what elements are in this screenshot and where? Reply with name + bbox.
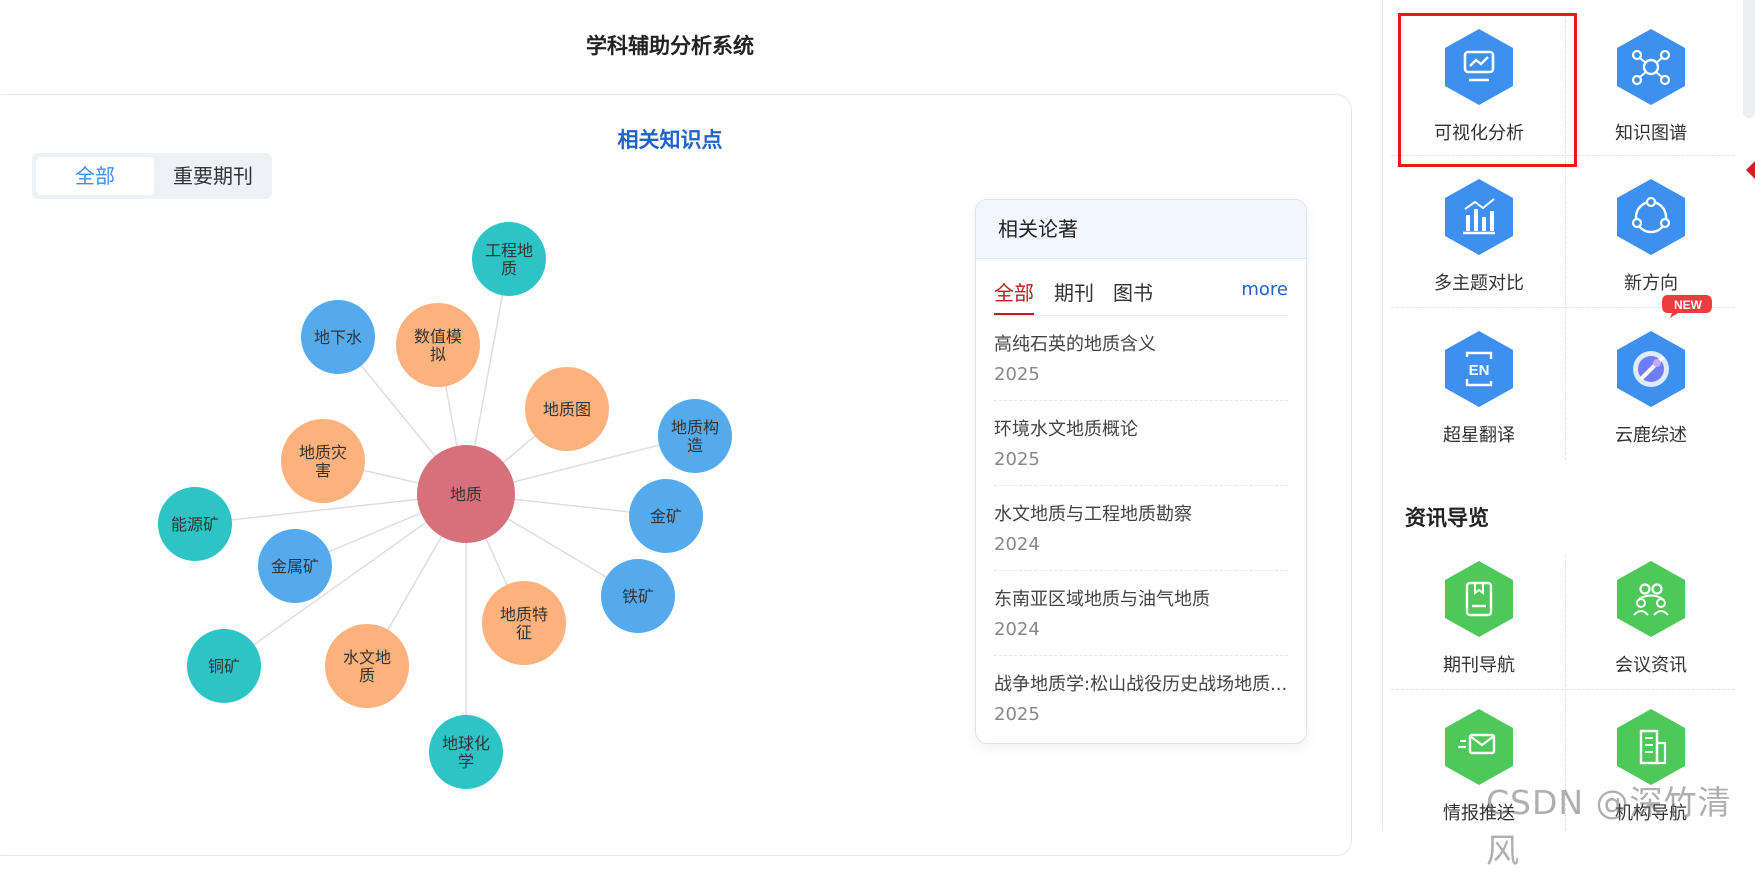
literature-item-year: 2024	[994, 534, 1040, 555]
knowledge-graph: 工程地质地下水 数值模拟地质图地质构造地质灾害金矿能源矿金属矿铁矿地质特征铜矿 水文…	[158, 222, 732, 789]
building-icon	[1617, 709, 1685, 785]
tab-important-journals[interactable]: 重要期刊	[158, 157, 268, 195]
network-graph-icon	[1617, 29, 1685, 105]
highlight-box	[1398, 13, 1577, 167]
literature-item-year: 2025	[994, 364, 1040, 385]
literature-item[interactable]: 水文地质与工程地质勘察 2024	[994, 486, 1288, 571]
tool-new-direction[interactable]: 新方向	[1565, 155, 1737, 305]
node-label: 拟	[430, 345, 446, 364]
literature-item-title[interactable]: 水文地质与工程地质勘察	[994, 500, 1288, 526]
graph-node[interactable]: 水文地质	[325, 624, 409, 708]
graph-node[interactable]: 地质特征	[482, 581, 566, 665]
literature-item[interactable]: 环境水文地质概论 2025	[994, 401, 1288, 486]
literature-item-title[interactable]: 环境水文地质概论	[994, 415, 1288, 441]
news-section-title: 资讯导览	[1405, 506, 1489, 530]
collapse-arrow-icon[interactable]	[1746, 158, 1755, 182]
tool-label: 知识图谱	[1615, 123, 1687, 144]
news-conference-info[interactable]: 会议资讯	[1565, 537, 1737, 687]
tool-label: 超星翻译	[1443, 425, 1515, 446]
tool-chaoxing-translate[interactable]: EN 超星翻译	[1393, 307, 1565, 457]
direction-circle-icon	[1617, 179, 1685, 255]
node-label: 造	[687, 436, 703, 455]
node-label: 地质构	[671, 418, 719, 437]
literature-item-title[interactable]: 战争地质学:松山战役历史战场地质...	[994, 670, 1288, 696]
tool-yunlu-review[interactable]: 云鹿综述	[1565, 307, 1737, 457]
graph-node[interactable]: 工程地质	[472, 222, 546, 296]
node-label: 铜矿	[208, 657, 240, 676]
literature-tabs: 全部 期刊 图书 more	[994, 259, 1288, 316]
graph-node[interactable]: 铁矿	[601, 559, 675, 633]
tool-multi-topic-compare[interactable]: 多主题对比	[1393, 155, 1565, 305]
graph-node[interactable]: 数值模拟	[396, 303, 480, 387]
literature-tab-all[interactable]: 全部	[994, 277, 1034, 315]
graph-center-label: 地质	[450, 485, 482, 504]
literature-tab-journals[interactable]: 期刊	[1054, 277, 1094, 306]
literature-tab-books[interactable]: 图书	[1113, 277, 1153, 306]
node-label: 金矿	[650, 507, 682, 526]
page-title: 学科辅助分析系统	[586, 34, 754, 58]
graph-node[interactable]: 金矿	[629, 479, 703, 553]
literature-title: 相关论著	[976, 200, 1306, 259]
node-label: 地球化	[442, 734, 490, 753]
node-label: 能源矿	[171, 515, 219, 534]
literature-item-year: 2024	[994, 619, 1040, 640]
node-label: 数值模	[414, 327, 462, 346]
node-label: 质	[359, 666, 375, 685]
literature-item[interactable]: 东南亚区域地质与油气地质 2024	[994, 571, 1288, 656]
related-literature-panel: 相关论著 全部 期刊 图书 more 高纯石英的地质含义 2025 环境水文地质…	[975, 199, 1307, 744]
node-label: 征	[516, 623, 532, 642]
scrollbar[interactable]	[1743, 0, 1755, 118]
news-label: 期刊导航	[1443, 655, 1515, 676]
graph-center-node[interactable]: 地质	[417, 445, 515, 543]
node-label: 学	[458, 752, 474, 771]
graph-node[interactable]: 地球化学	[429, 715, 503, 789]
tab-all[interactable]: 全部	[36, 157, 154, 195]
node-label: 地质图	[543, 400, 591, 419]
node-label: 质	[501, 259, 517, 278]
translate-en-icon: EN	[1445, 331, 1513, 407]
tool-label: 新方向	[1624, 273, 1678, 294]
bar-chart-compare-icon	[1445, 179, 1513, 255]
graph-node[interactable]: 铜矿	[187, 629, 261, 703]
graph-node[interactable]: 地质构造	[658, 399, 732, 473]
node-label: 铁矿	[622, 587, 654, 606]
tool-knowledge-graph[interactable]: 知识图谱	[1565, 5, 1737, 155]
knowledge-filter-tabs: 全部 重要期刊	[32, 153, 272, 199]
new-badge-text: NEW	[1674, 298, 1703, 312]
literature-item-year: 2025	[994, 449, 1040, 470]
node-label: 金属矿	[271, 557, 319, 576]
literature-more-link[interactable]: more	[1241, 279, 1288, 300]
mail-send-icon	[1445, 709, 1513, 785]
node-label: 水文地	[343, 648, 391, 667]
literature-item-title[interactable]: 东南亚区域地质与油气地质	[994, 585, 1288, 611]
tool-label: 多主题对比	[1434, 273, 1524, 294]
graph-node[interactable]: 地质图	[525, 367, 609, 451]
literature-item-title[interactable]: 高纯石英的地质含义	[994, 330, 1288, 356]
literature-item-year: 2025	[994, 704, 1040, 725]
node-label: 工程地	[485, 241, 533, 260]
svg-text:EN: EN	[1469, 362, 1490, 379]
news-label: 会议资讯	[1615, 655, 1687, 676]
knowledge-section-title: 相关知识点	[617, 128, 723, 152]
news-journal-navigation[interactable]: 期刊导航	[1393, 537, 1565, 687]
node-label: 地下水	[314, 328, 362, 347]
graph-node[interactable]: 金属矿	[258, 529, 332, 603]
graph-node[interactable]: 地质灾害	[281, 419, 365, 503]
literature-item[interactable]: 战争地质学:松山战役历史战场地质... 2025	[994, 656, 1288, 740]
graph-node[interactable]: 地下水	[301, 300, 375, 374]
meeting-people-icon	[1617, 561, 1685, 637]
literature-item[interactable]: 高纯石英的地质含义 2025	[994, 316, 1288, 401]
tool-label: 云鹿综述	[1615, 425, 1687, 446]
node-label: 地质灾	[299, 443, 347, 462]
graph-node[interactable]: 能源矿	[158, 487, 232, 561]
watermark: CSDN @深竹清风	[1486, 783, 1732, 870]
node-label: 害	[315, 461, 331, 480]
journal-book-icon	[1445, 561, 1513, 637]
new-badge: NEW	[1662, 295, 1712, 318]
node-label: 地质特	[500, 605, 548, 624]
cloud-deer-icon	[1617, 331, 1685, 407]
